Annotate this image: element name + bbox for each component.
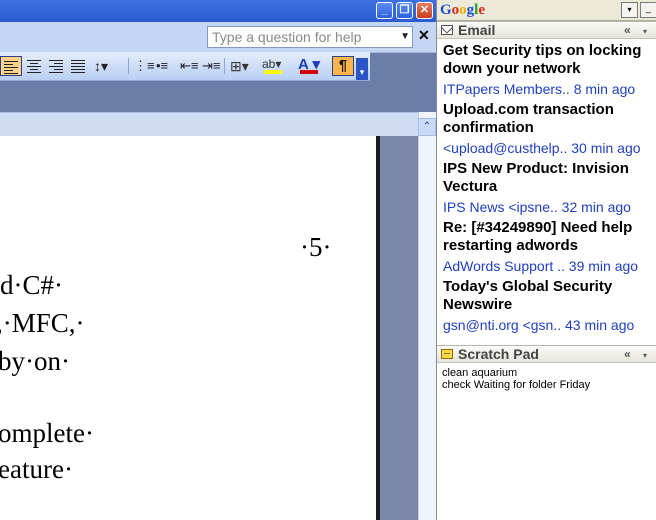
align-center-button[interactable] — [26, 56, 42, 76]
highlight-icon: ab▾ — [262, 57, 282, 71]
document-line: eature· — [0, 454, 73, 484]
document-line: by·on· — [0, 346, 70, 376]
numbering-icon[interactable]: ⋮≡ — [134, 56, 155, 76]
email-item[interactable]: Re: [#34249890] Need help restarting adw… — [437, 217, 656, 276]
logo-letter: o — [459, 2, 467, 18]
email-sender-time[interactable]: <upload@custhelp.. 30 min ago — [443, 140, 655, 156]
toolbar-separator — [128, 58, 129, 74]
word-window: _ ❐ ✕ ▼ ✕ ↕▾ ⋮≡ •≡ ⇤≡ ⇥≡ ⊞▾ ab▾ — [0, 0, 437, 520]
ruler — [0, 112, 418, 138]
email-panel-title: Email — [458, 22, 496, 38]
scratch-pad-notes[interactable]: clean aquarium check Waiting for folder … — [442, 367, 652, 391]
email-item[interactable]: Get Security tips on locking down your n… — [437, 40, 656, 99]
vertical-scrollbar[interactable] — [418, 112, 437, 520]
email-item[interactable]: Today's Global Security Newswire gsn@nti… — [437, 276, 656, 335]
align-right-icon — [49, 60, 63, 73]
toolbar-separator — [224, 58, 225, 74]
document-line: ,·MFC,· — [0, 308, 85, 338]
bullets-icon[interactable]: •≡ — [156, 56, 174, 76]
collapse-icon[interactable]: « — [624, 347, 631, 362]
scratch-pad-title: Scratch Pad — [458, 346, 539, 362]
email-list: Get Security tips on locking down your n… — [437, 40, 656, 335]
sidebar-title-bar: Google ▾ _ — [437, 0, 656, 21]
decrease-indent-icon[interactable]: ⇤≡ — [180, 56, 198, 76]
logo-letter: e — [478, 2, 486, 18]
minimize-button[interactable]: _ — [376, 2, 393, 19]
document-line: d·C#· — [0, 270, 63, 300]
email-subject[interactable]: Re: [#34249890] Need help restarting adw… — [443, 219, 655, 255]
scratch-note-line[interactable]: clean aquarium — [442, 367, 652, 379]
email-sender-time[interactable]: ITPapers Members.. 8 min ago — [443, 81, 655, 97]
document-page[interactable]: ·5· d·C#· ,·MFC,· by·on· omplete· eature… — [0, 136, 376, 520]
align-right-button[interactable] — [48, 56, 64, 76]
email-panel-header[interactable]: Email « ▾ — [437, 21, 656, 39]
align-left-icon — [4, 61, 18, 74]
scroll-up-icon[interactable]: ⌃ — [418, 118, 436, 136]
panel-menu-icon[interactable]: ▾ — [643, 348, 647, 363]
envelope-icon — [441, 25, 453, 35]
help-dropdown-arrow-icon[interactable]: ▼ — [400, 31, 410, 42]
highlight-button[interactable]: ab▾ — [262, 56, 294, 76]
sidebar-minimize-icon[interactable]: _ — [640, 2, 656, 18]
align-left-button[interactable] — [0, 56, 22, 76]
notepad-icon — [441, 349, 453, 359]
title-bar: _ ❐ ✕ — [0, 0, 436, 22]
collapse-icon[interactable]: « — [624, 23, 631, 38]
ask-question-box[interactable]: ▼ — [207, 26, 413, 48]
close-document-icon[interactable]: ✕ — [418, 27, 430, 44]
google-logo: Google — [440, 0, 485, 20]
scratch-note-line[interactable]: check Waiting for folder Friday — [442, 379, 652, 391]
justify-icon — [71, 60, 85, 73]
scratch-pad-header[interactable]: Scratch Pad « ▾ — [437, 345, 656, 363]
google-sidebar: Google ▾ _ Email « ▾ Get Security tips o… — [436, 0, 656, 520]
email-subject[interactable]: Upload.com transaction confirmation — [443, 101, 655, 137]
increase-indent-icon[interactable]: ⇥≡ — [202, 56, 220, 76]
font-color-swatch — [300, 70, 318, 74]
email-item[interactable]: IPS New Product: Invision Vectura IPS Ne… — [437, 158, 656, 217]
logo-letter: G — [440, 2, 452, 18]
panel-menu-icon[interactable]: ▾ — [643, 24, 647, 39]
show-formatting-button[interactable]: ¶ — [332, 56, 354, 76]
justify-button[interactable] — [70, 56, 86, 76]
formatting-toolbar: ↕▾ ⋮≡ •≡ ⇤≡ ⇥≡ ⊞▾ ab▾ A ▾ ¶ ▾ — [0, 52, 370, 81]
toolbar-options-icon[interactable]: ▾ — [356, 58, 368, 80]
highlight-color-swatch — [264, 70, 282, 74]
email-subject[interactable]: IPS New Product: Invision Vectura — [443, 160, 655, 196]
page-gutter — [380, 136, 418, 520]
email-sender-time[interactable]: gsn@nti.org <gsn.. 43 min ago — [443, 317, 655, 333]
align-center-icon — [27, 60, 41, 73]
sidebar-menu-icon[interactable]: ▾ — [621, 2, 638, 18]
restore-button[interactable]: ❐ — [396, 2, 413, 19]
line-spacing-icon[interactable]: ↕▾ — [94, 56, 122, 76]
document-line: ·5· — [300, 232, 332, 262]
document-line: omplete· — [0, 418, 94, 448]
email-item[interactable]: Upload.com transaction confirmation <upl… — [437, 99, 656, 158]
email-subject[interactable]: Get Security tips on locking down your n… — [443, 42, 655, 78]
close-window-button[interactable]: ✕ — [416, 2, 433, 19]
email-sender-time[interactable]: IPS News <ipsne.. 32 min ago — [443, 199, 655, 215]
borders-icon[interactable]: ⊞▾ — [230, 56, 256, 76]
email-subject[interactable]: Today's Global Security Newswire — [443, 278, 655, 314]
email-sender-time[interactable]: AdWords Support .. 39 min ago — [443, 258, 655, 274]
help-search-input[interactable] — [208, 27, 398, 47]
font-color-button[interactable]: A ▾ — [298, 56, 328, 76]
